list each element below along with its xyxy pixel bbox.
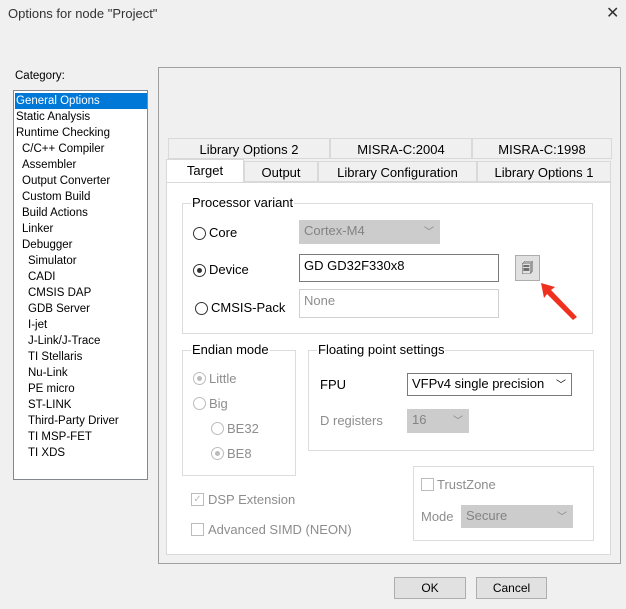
category-item[interactable]: J-Link/J-Trace xyxy=(28,333,100,349)
be32-radio xyxy=(211,422,224,435)
be8-label: BE8 xyxy=(227,446,252,461)
tab[interactable]: Library Options 2 xyxy=(168,138,330,159)
big-label: Big xyxy=(209,396,228,411)
chevron-down-icon: ﹀ xyxy=(453,416,463,427)
category-item[interactable]: Linker xyxy=(22,221,53,237)
category-item[interactable]: I-jet xyxy=(28,317,47,333)
tab[interactable]: Library Options 1 xyxy=(477,161,611,182)
device-radio[interactable] xyxy=(193,264,206,277)
little-radio xyxy=(193,372,206,385)
category-list[interactable]: General Options Static Analysis Runtime Ch… xyxy=(13,90,148,480)
core-select: Cortex-M4 ﹀ xyxy=(299,220,440,244)
window-title: Options for node "Project" xyxy=(8,6,158,21)
d-registers-label: D registers xyxy=(320,413,383,428)
be8-radio xyxy=(211,447,224,460)
cmsis-pack-label: CMSIS-Pack xyxy=(211,300,286,315)
device-field[interactable]: GD GD32F330x8 xyxy=(299,254,499,282)
close-icon[interactable]: ✕ xyxy=(606,3,619,23)
chevron-down-icon: ﹀ xyxy=(424,227,434,238)
category-item[interactable]: GDB Server xyxy=(28,301,90,317)
trustzone-label: TrustZone xyxy=(437,477,496,492)
big-radio xyxy=(193,397,206,410)
be32-label: BE32 xyxy=(227,421,259,436)
cmsis-pack-field: None xyxy=(299,289,499,318)
tab[interactable]: Library Configuration xyxy=(318,161,477,182)
d-registers-value: 16 xyxy=(412,412,427,427)
category-item[interactable]: Static Analysis xyxy=(16,109,90,125)
advanced-simd-label: Advanced SIMD (NEON) xyxy=(208,522,352,537)
core-value: Cortex-M4 xyxy=(304,223,365,238)
select-device-button[interactable]: 🗐 xyxy=(515,255,540,281)
floating-point-title: Floating point settings xyxy=(317,342,446,357)
category-item[interactable]: Output Converter xyxy=(22,173,110,189)
tab[interactable]: Target xyxy=(166,159,244,182)
little-label: Little xyxy=(209,371,237,386)
category-item[interactable]: General Options xyxy=(15,93,147,109)
category-item[interactable]: Assembler xyxy=(22,157,76,173)
trustzone-checkbox xyxy=(421,478,434,491)
advanced-simd-checkbox xyxy=(191,523,204,536)
ok-button[interactable]: OK xyxy=(394,577,466,599)
category-item[interactable]: Third-Party Driver xyxy=(28,413,119,429)
fpu-value: VFPv4 single precision xyxy=(412,376,545,391)
processor-variant-title: Processor variant xyxy=(191,195,295,210)
core-label: Core xyxy=(209,225,238,240)
dsp-extension-label: DSP Extension xyxy=(208,492,296,507)
category-label: Category: xyxy=(15,70,65,82)
category-item[interactable]: PE micro xyxy=(28,381,75,397)
tab[interactable]: MISRA-C:1998 xyxy=(472,138,612,159)
tab[interactable]: MISRA-C:2004 xyxy=(330,138,472,159)
core-radio[interactable] xyxy=(193,227,206,240)
fpu-label: FPU xyxy=(320,377,346,392)
cancel-button[interactable]: Cancel xyxy=(476,577,547,599)
tab-content-target: Processor variant Core Cortex-M4 ﹀ Device… xyxy=(166,182,611,555)
category-item[interactable]: ST-LINK xyxy=(28,397,71,413)
category-item[interactable]: TI MSP-FET xyxy=(28,429,92,445)
category-item[interactable]: TI XDS xyxy=(28,445,65,461)
chevron-down-icon: ﹀ xyxy=(557,512,567,523)
mode-value: Secure xyxy=(466,508,508,523)
chevron-down-icon: ﹀ xyxy=(556,380,566,391)
category-item[interactable]: Custom Build xyxy=(22,189,90,205)
tab[interactable]: Output xyxy=(244,161,318,182)
category-item[interactable]: C/C++ Compiler xyxy=(22,141,104,157)
category-item[interactable]: Debugger xyxy=(22,237,73,253)
category-item[interactable]: TI Stellaris xyxy=(28,349,82,365)
device-label: Device xyxy=(209,262,249,277)
device-list-icon: 🗐 xyxy=(521,261,534,275)
category-item[interactable]: CMSIS DAP xyxy=(28,285,91,301)
endian-mode-title: Endian mode xyxy=(191,342,270,357)
category-item[interactable]: Build Actions xyxy=(22,205,88,221)
floating-point-group: Floating point settings xyxy=(308,342,594,451)
category-item[interactable]: CADI xyxy=(28,269,55,285)
red-arrow-annotation xyxy=(541,283,577,320)
mode-label: Mode xyxy=(421,509,454,524)
category-item[interactable]: Simulator xyxy=(28,253,77,269)
category-item[interactable]: Runtime Checking xyxy=(16,125,110,141)
dsp-extension-checkbox: ✓ xyxy=(191,493,204,506)
cmsis-pack-radio[interactable] xyxy=(195,302,208,315)
category-item[interactable]: Nu-Link xyxy=(28,365,68,381)
fpu-select[interactable]: VFPv4 single precision ﹀ xyxy=(407,373,572,396)
mode-select: Secure ﹀ xyxy=(461,505,573,528)
d-registers-select: 16 ﹀ xyxy=(407,409,469,433)
